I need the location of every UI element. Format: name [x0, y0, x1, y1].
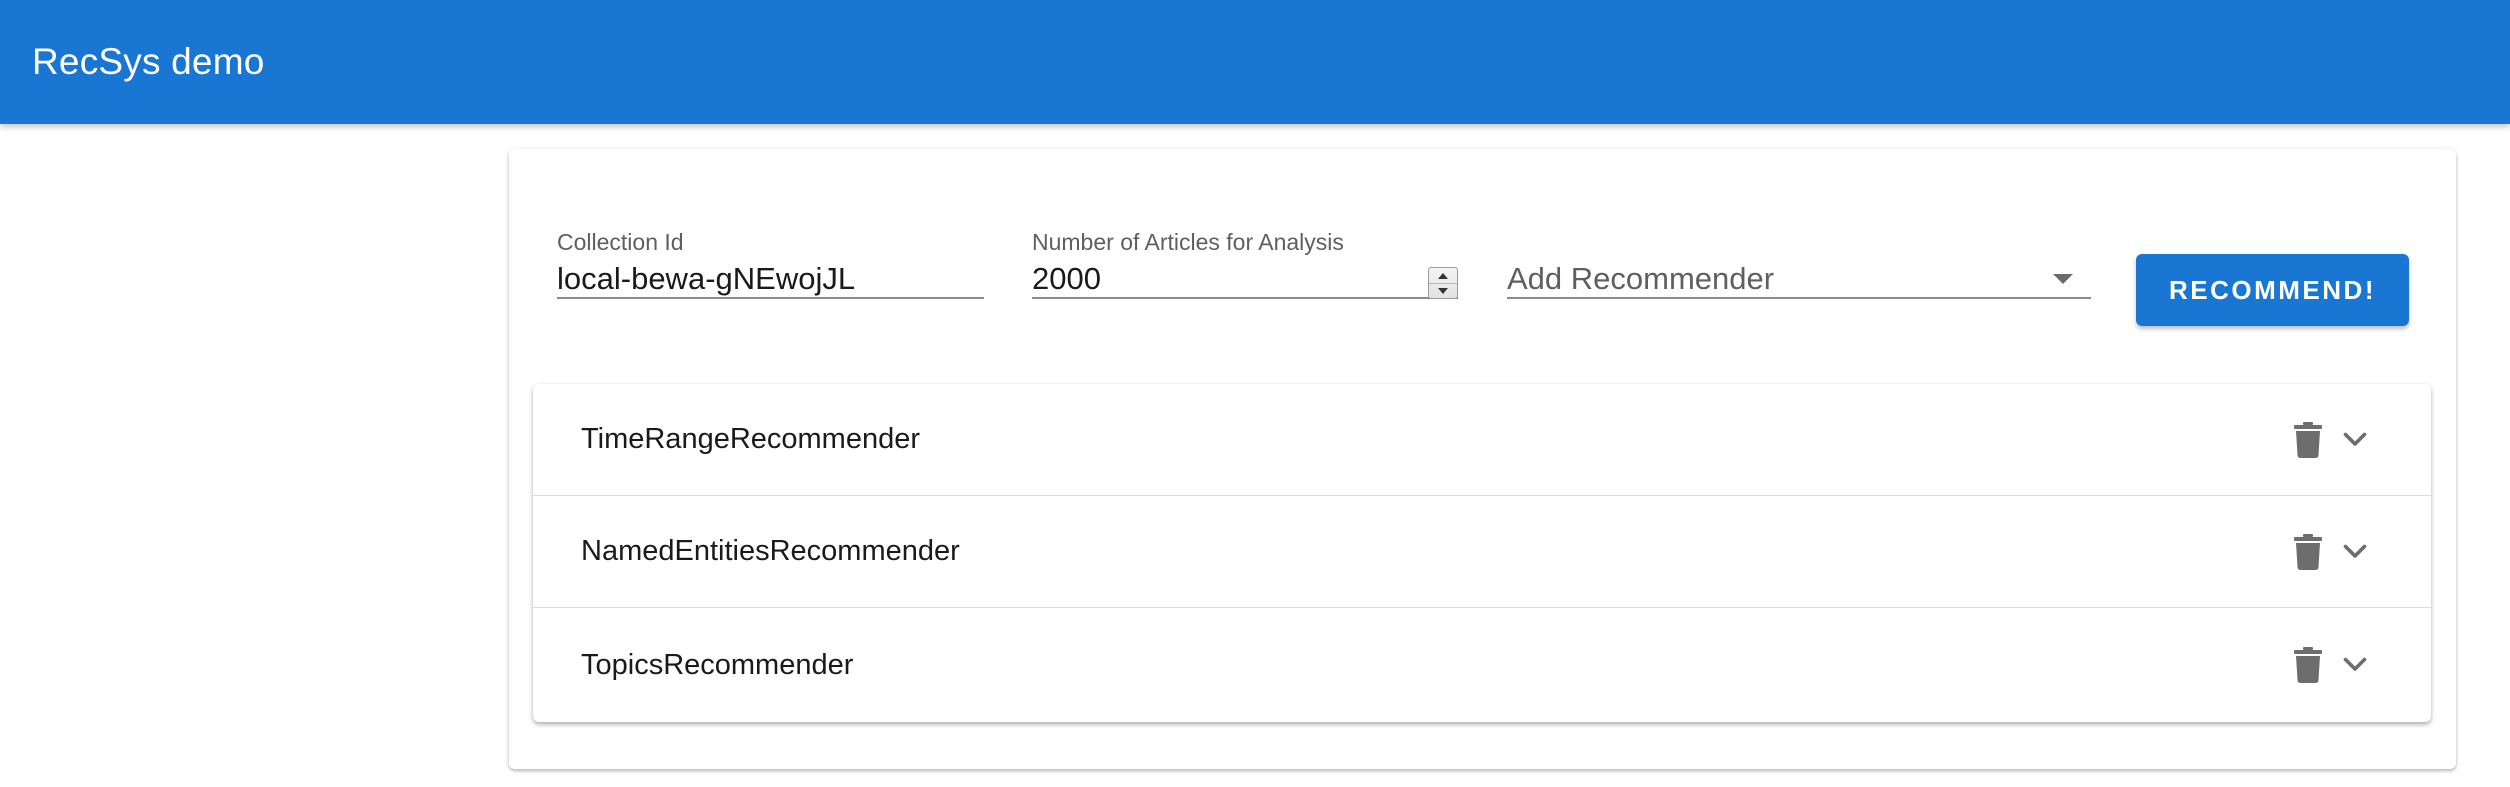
add-recommender-select[interactable]: Add Recommender	[1507, 229, 2091, 299]
recommender-panel[interactable]: TopicsRecommender	[533, 608, 2431, 722]
trash-icon[interactable]	[2290, 420, 2326, 460]
increment-arrow-icon	[1438, 272, 1448, 279]
arrow-drop-down-icon[interactable]	[2053, 274, 2073, 284]
chevron-down-icon[interactable]	[2337, 647, 2373, 683]
recommender-panel[interactable]: NamedEntitiesRecommender	[533, 496, 2431, 608]
articles-count-input[interactable]: 2000	[1032, 261, 1101, 297]
articles-count-label: Number of Articles for Analysis	[1032, 229, 1344, 255]
recommender-title: NamedEntitiesRecommender	[581, 535, 960, 567]
main-card: Collection Id local-bewa-gNEwojJL Number…	[509, 149, 2456, 769]
recommender-panel[interactable]: TimeRangeRecommender	[533, 384, 2431, 496]
collection-id-field[interactable]: Collection Id local-bewa-gNEwojJL	[557, 229, 984, 299]
articles-count-field[interactable]: Number of Articles for Analysis 2000	[1032, 229, 1458, 299]
recommend-button[interactable]: RECOMMEND!	[2136, 254, 2409, 326]
spinner-up-button[interactable]	[1429, 268, 1457, 284]
recommender-title: TimeRangeRecommender	[581, 423, 921, 455]
chevron-down-icon[interactable]	[2337, 534, 2373, 570]
app-bar: RecSys demo	[0, 0, 2510, 124]
number-spinner	[1428, 267, 1458, 299]
decrement-arrow-icon	[1438, 287, 1448, 294]
trash-icon[interactable]	[2290, 532, 2326, 572]
recommender-title: TopicsRecommender	[581, 648, 854, 681]
spinner-down-button[interactable]	[1429, 283, 1457, 298]
add-recommender-placeholder: Add Recommender	[1507, 261, 1775, 296]
recommender-panels: TimeRangeRecommender NamedEntitiesRecomm…	[533, 384, 2431, 722]
collection-id-label: Collection Id	[557, 229, 684, 255]
collection-id-input[interactable]: local-bewa-gNEwojJL	[557, 261, 855, 297]
chevron-down-icon[interactable]	[2337, 422, 2373, 458]
trash-icon[interactable]	[2290, 645, 2326, 685]
app-title: RecSys demo	[32, 41, 265, 82]
